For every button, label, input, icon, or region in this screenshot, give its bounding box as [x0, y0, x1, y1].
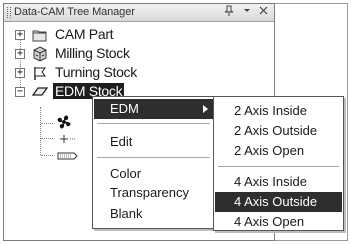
- tree-guide-line: [41, 123, 53, 124]
- menu-item-label: EDM: [110, 101, 139, 116]
- fan-blade-icon[interactable]: [54, 114, 74, 130]
- menu-item-label: Edit: [110, 134, 133, 149]
- submenu-item-2-axis-outside[interactable]: 2 Axis Outside: [215, 121, 342, 141]
- edm-submenu: 2 Axis Inside 2 Axis Outside 2 Axis Open…: [213, 96, 344, 231]
- tree-guide-line: [41, 155, 53, 156]
- tree-node-label: Milling Stock: [55, 45, 130, 61]
- menu-separator: [218, 166, 339, 167]
- collapse-toggle[interactable]: −: [15, 87, 25, 97]
- menu-item-edm[interactable]: EDM: [94, 99, 213, 119]
- tree-guide-line: [41, 138, 53, 139]
- menu-item-label: Color: [110, 166, 142, 181]
- menu-item-blank[interactable]: Blank: [94, 204, 213, 224]
- pin-icon[interactable]: [222, 5, 236, 19]
- submenu-item-label: 4 Axis Inside: [234, 174, 307, 189]
- expand-toggle[interactable]: +: [15, 49, 25, 59]
- folder-icon: [32, 27, 48, 43]
- edm-plate-icon: [31, 84, 49, 100]
- dropdown-arrow-icon[interactable]: [240, 5, 254, 19]
- submenu-item-4-axis-open[interactable]: 4 Axis Open: [215, 212, 342, 232]
- submenu-item-4-axis-outside[interactable]: 4 Axis Outside: [215, 192, 342, 212]
- tree-node-label: CAM Part: [55, 26, 114, 42]
- panel-title: Data-CAM Tree Manager: [14, 6, 135, 18]
- axis-cross-icon[interactable]: [58, 131, 78, 147]
- submenu-item-2-axis-inside[interactable]: 2 Axis Inside: [215, 101, 342, 121]
- expand-toggle[interactable]: +: [15, 30, 25, 40]
- menu-item-label: Transparency: [110, 185, 189, 200]
- tree-node-cam-part[interactable]: + CAM Part: [4, 25, 274, 45]
- tree-node-turning-stock[interactable]: + Turning Stock: [4, 63, 274, 83]
- menu-separator: [97, 157, 210, 158]
- panel-titlebar[interactable]: Data-CAM Tree Manager: [4, 4, 274, 22]
- submenu-item-label: 4 Axis Open: [234, 214, 305, 229]
- submenu-arrow-icon: [203, 105, 208, 113]
- submenu-item-label: 2 Axis Open: [234, 143, 305, 158]
- submenu-item-label: 2 Axis Inside: [234, 103, 307, 118]
- close-icon[interactable]: [256, 5, 270, 19]
- lathe-flag-icon: [32, 65, 48, 81]
- menu-separator: [97, 123, 210, 124]
- drag-grip[interactable]: [7, 7, 11, 18]
- submenu-item-4-axis-inside[interactable]: 4 Axis Inside: [215, 172, 342, 192]
- menu-item-color[interactable]: Color: [94, 164, 213, 184]
- submenu-item-label: 4 Axis Outside: [234, 194, 318, 209]
- cube-icon: [32, 46, 48, 62]
- expand-toggle[interactable]: +: [15, 68, 25, 78]
- tree-node-label: Turning Stock: [55, 64, 137, 80]
- wire-path-icon[interactable]: [56, 148, 78, 164]
- menu-item-transparency[interactable]: Transparency: [94, 183, 213, 203]
- context-menu: EDM Edit Color Transparency Blank: [92, 96, 215, 229]
- menu-item-edit[interactable]: Edit: [94, 132, 213, 152]
- tree-node-milling-stock[interactable]: + Milling Stock: [4, 44, 274, 64]
- submenu-item-label: 2 Axis Outside: [234, 123, 318, 138]
- tree-guide-line: [40, 107, 41, 155]
- submenu-item-2-axis-open[interactable]: 2 Axis Open: [215, 141, 342, 161]
- menu-item-label: Blank: [110, 206, 143, 221]
